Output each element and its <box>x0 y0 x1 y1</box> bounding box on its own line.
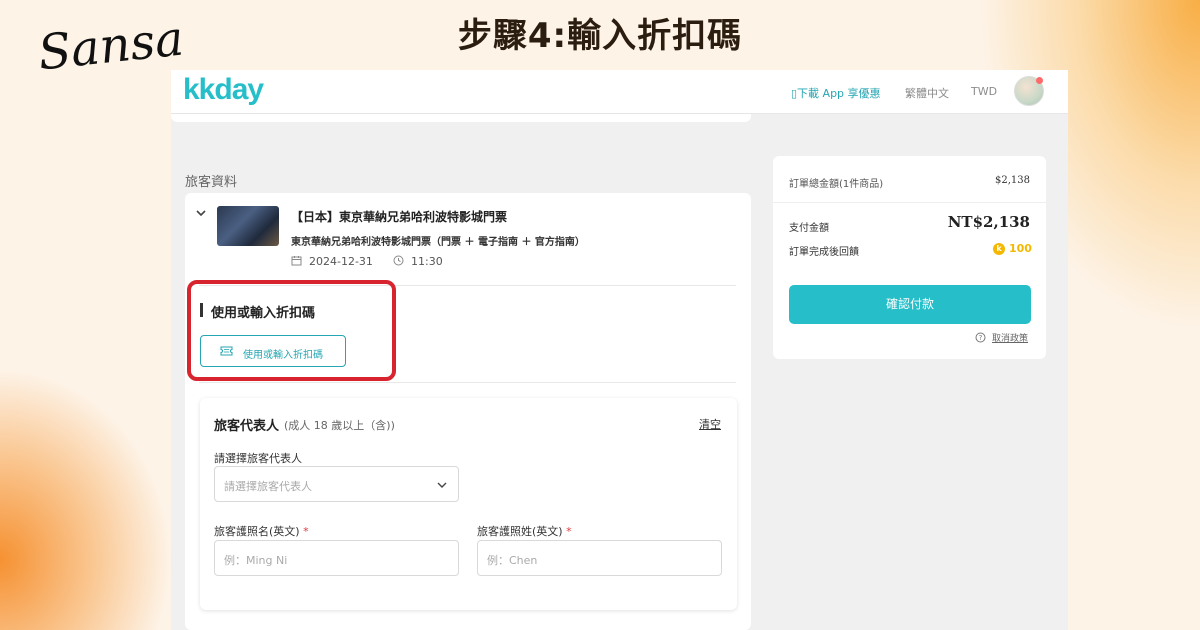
previous-section-card <box>171 114 751 122</box>
browser-screenshot: kkday ▯下載 App 享優惠 繁體中文 TWD 旅客資料 【日本】東京華納… <box>171 70 1068 630</box>
language-selector[interactable]: 繁體中文 <box>905 85 949 101</box>
traveler-section-title: 旅客資料 <box>185 175 238 190</box>
question-circle-icon: ? <box>975 332 986 343</box>
payment-amount-label: 支付金額 <box>789 223 829 234</box>
product-date: 2024-12-31 <box>309 255 373 268</box>
order-total-value: $2,138 <box>995 175 1030 186</box>
representative-select-label: 請選擇旅客代表人 <box>214 452 302 465</box>
divider <box>773 202 1046 203</box>
notification-dot-icon <box>1036 77 1043 84</box>
calendar-icon <box>291 256 302 266</box>
clear-form-link[interactable]: 清空 <box>699 416 721 432</box>
product-thumbnail <box>217 206 279 246</box>
first-name-label: 旅客護照名(英文) * <box>214 523 309 539</box>
top-navigation-bar: kkday ▯下載 App 享優惠 繁體中文 TWD <box>171 70 1068 114</box>
product-title[interactable]: 【日本】東京華納兄弟哈利波特影城門票 <box>291 208 507 225</box>
payment-amount-value: NT$2,138 <box>947 213 1030 231</box>
kkday-coin-icon: k <box>993 243 1005 255</box>
order-summary-card: 訂單總金額(1件商品) $2,138 支付金額 NT$2,138 訂單完成後回饋… <box>773 156 1046 359</box>
currency-selector[interactable]: TWD <box>971 85 997 98</box>
kkday-logo[interactable]: kkday <box>183 73 264 107</box>
last-name-label-text: 旅客護照姓(英文) <box>477 525 563 538</box>
traveler-info-card: 【日本】東京華納兄弟哈利波特影城門票 東京華納兄弟哈利波特影城門票（門票 ＋ 電… <box>185 193 751 630</box>
representative-form: 旅客代表人 (成人 18 歲以上（含)) 清空 請選擇旅客代表人 請選擇旅客代表… <box>200 398 737 610</box>
representative-title: 旅客代表人 <box>214 419 280 434</box>
svg-text:?: ? <box>979 334 983 342</box>
reward-label: 訂單完成後回饋 <box>789 247 859 258</box>
first-name-label-text: 旅客護照名(英文) <box>214 525 300 538</box>
last-name-label: 旅客護照姓(英文) * <box>477 523 572 539</box>
confirm-payment-button[interactable]: 確認付款 <box>789 285 1031 324</box>
first-name-input[interactable]: 例：Ming Ni <box>214 540 459 576</box>
divider <box>199 382 736 383</box>
clock-icon <box>393 255 404 266</box>
cancellation-policy-link[interactable]: 取消政策 <box>992 331 1028 344</box>
required-mark: * <box>566 525 572 538</box>
representative-select[interactable]: 請選擇旅客代表人 <box>214 466 459 502</box>
chevron-down-icon <box>437 482 447 488</box>
product-time: 11:30 <box>411 255 443 268</box>
representative-age-note: (成人 18 歲以上（含)) <box>284 419 395 432</box>
order-total-label: 訂單總金額(1件商品) <box>789 179 884 190</box>
chevron-down-icon[interactable] <box>195 207 207 219</box>
reward-value: 100 <box>1009 242 1032 255</box>
required-mark: * <box>303 525 309 538</box>
representative-select-placeholder: 請選擇旅客代表人 <box>224 480 312 493</box>
product-package-name: 東京華納兄弟哈利波特影城門票（門票 ＋ 電子指南 ＋ 官方指南） <box>291 237 585 248</box>
last-name-input[interactable]: 例：Chen <box>477 540 722 576</box>
download-app-link[interactable]: ▯下載 App 享優惠 <box>791 85 881 101</box>
coupon-highlight-box <box>187 280 396 381</box>
